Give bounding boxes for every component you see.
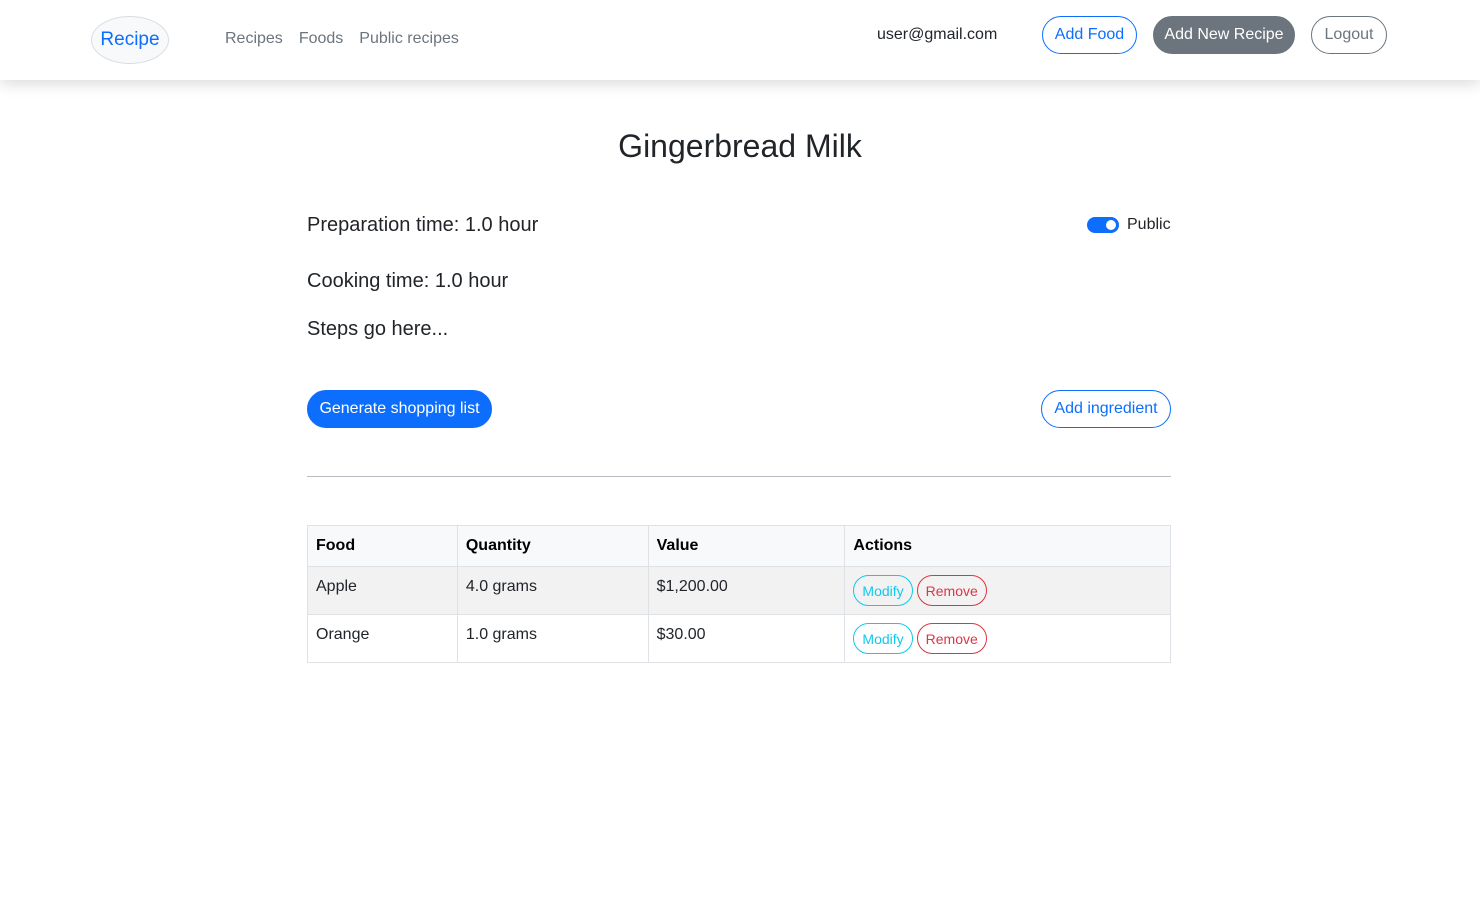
column-header-value: Value [647,525,846,567]
column-header-actions: Actions [844,525,1171,567]
public-toggle[interactable] [1087,217,1119,233]
actions-cell: Modify Remove [844,566,1171,615]
column-header-food: Food [307,525,458,567]
value-cell: $1,200.00 [647,566,846,615]
public-label: Public [1127,216,1171,233]
add-new-recipe-button[interactable]: Add New Recipe [1153,16,1295,54]
add-ingredient-button[interactable]: Add ingredient [1041,390,1171,428]
column-header-quantity: Quantity [456,525,649,567]
actions-cell: Modify Remove [844,614,1171,663]
recipe-steps: Steps go here... [307,318,449,340]
generate-shopping-list-button[interactable]: Generate shopping list [307,390,492,428]
preparation-time: Preparation time: 1.0 hour [307,214,539,236]
user-email: user@gmail.com [877,26,998,43]
toggle-knob [1106,220,1116,230]
quantity-cell: 1.0 grams [456,614,649,663]
remove-button[interactable]: Remove [916,623,987,654]
nav-link-foods[interactable]: Foods [299,30,343,48]
nav-links: Recipes Foods Public recipes [225,30,475,48]
table-row: Orange 1.0 grams $30.00 Modify Remove [307,614,1171,663]
remove-button[interactable]: Remove [916,575,987,606]
page-title: Gingerbread Milk [618,128,862,164]
food-cell: Orange [307,614,458,663]
add-food-button[interactable]: Add Food [1042,16,1137,54]
nav-link-recipes[interactable]: Recipes [225,30,283,48]
nav-link-public-recipes[interactable]: Public recipes [359,30,459,48]
ingredients-table-container: Food Quantity Value Actions Apple 4.0 gr… [307,525,1171,663]
table-header-row: Food Quantity Value Actions [307,525,1171,567]
logout-button[interactable]: Logout [1311,16,1387,54]
table-row: Apple 4.0 grams $1,200.00 Modify Remove [307,566,1171,615]
public-switch: Public [1087,216,1171,234]
navbar: Recipe Recipes Foods Public recipes user… [0,0,1480,80]
modify-button[interactable]: Modify [853,575,913,606]
cooking-time: Cooking time: 1.0 hour [307,270,509,292]
quantity-cell: 4.0 grams [456,566,649,615]
divider [307,476,1171,477]
food-cell: Apple [307,566,458,615]
value-cell: $30.00 [647,614,846,663]
modify-button[interactable]: Modify [853,623,913,654]
brand-logo-link[interactable]: Recipe [91,16,169,64]
ingredients-table: Food Quantity Value Actions Apple 4.0 gr… [307,525,1171,663]
